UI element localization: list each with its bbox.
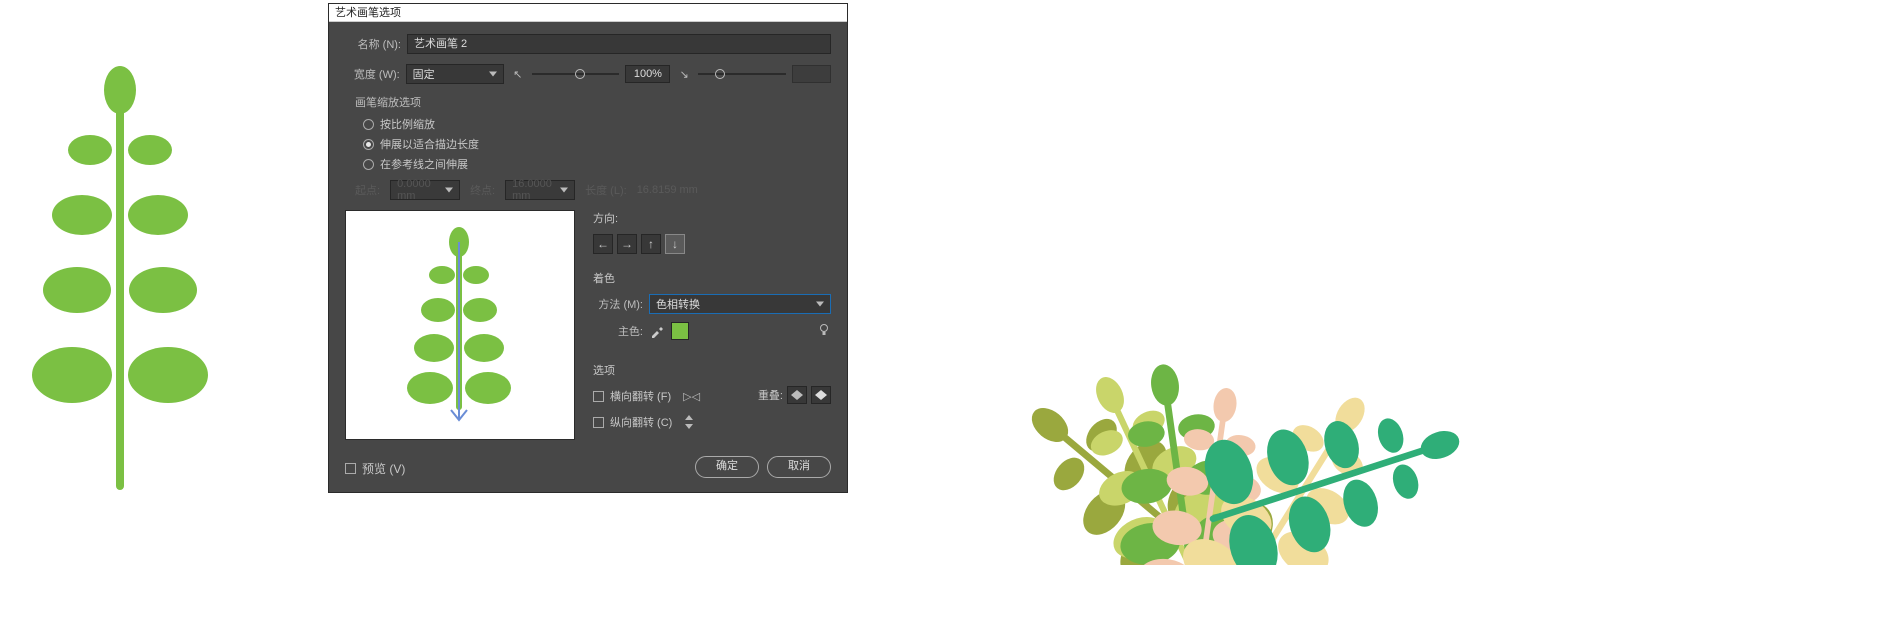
- preview-label: 预览 (V): [362, 460, 405, 477]
- width-label: 宽度 (W):: [345, 66, 400, 82]
- options-label: 选项: [593, 362, 831, 378]
- width-right-icon: ↘: [676, 66, 692, 82]
- tips-icon[interactable]: [817, 323, 831, 340]
- overlap-label: 重叠:: [758, 387, 783, 403]
- radio-proportional-label: 按比例缩放: [380, 116, 435, 132]
- dialog-title: 艺术画笔选项: [329, 4, 847, 22]
- radio-proportional[interactable]: 按比例缩放: [363, 116, 831, 132]
- end-label: 终点:: [470, 182, 495, 198]
- art-brush-options-dialog: 艺术画笔选项 名称 (N): 艺术画笔 2 宽度 (W): 固定 ↖ 100% …: [328, 3, 848, 493]
- brush-preview: [345, 210, 575, 440]
- scale-section-title: 画笔缩放选项: [355, 94, 831, 110]
- direction-left-button[interactable]: ←: [593, 234, 613, 254]
- cancel-button[interactable]: 取消: [767, 456, 831, 478]
- direction-right-button[interactable]: →: [617, 234, 637, 254]
- width-mode-select[interactable]: 固定: [406, 64, 504, 84]
- length-label: 长度 (L):: [585, 182, 627, 198]
- direction-buttons: ← → ↑ ↓: [593, 234, 831, 254]
- eyedropper-icon[interactable]: [649, 323, 665, 339]
- colorization-label: 着色: [593, 270, 831, 286]
- preview-checkbox[interactable]: 预览 (V): [345, 460, 405, 477]
- key-color-swatch[interactable]: [671, 322, 689, 340]
- overlap-yes-button[interactable]: [811, 386, 831, 404]
- flip-x-label: 横向翻转 (F): [610, 388, 671, 404]
- direction-down-button[interactable]: ↓: [665, 234, 685, 254]
- guides-params-disabled: 起点: 0.0000 mm 终点: 16.0000 mm 长度 (L): 16.…: [355, 180, 831, 200]
- width-value-2-disabled: [792, 65, 831, 83]
- ok-button[interactable]: 确定: [695, 456, 759, 478]
- length-value: 16.8159 mm: [637, 184, 698, 196]
- flip-y-icon: [684, 415, 694, 429]
- flip-x-checkbox[interactable]: 横向翻转 (F) ▷◁: [593, 388, 700, 404]
- method-label: 方法 (M):: [593, 296, 643, 312]
- end-value: 16.0000 mm: [505, 180, 575, 200]
- flip-y-label: 纵向翻转 (C): [610, 414, 672, 430]
- radio-stretch-label: 伸展以适合描边长度: [380, 136, 479, 152]
- method-select[interactable]: 色相转换: [649, 294, 831, 314]
- bouquet-illustration: [910, 45, 1590, 568]
- width-value-1[interactable]: 100%: [625, 65, 670, 83]
- key-color-label: 主色:: [593, 323, 643, 339]
- start-label: 起点:: [355, 182, 380, 198]
- radio-guides[interactable]: 在参考线之间伸展: [363, 156, 831, 172]
- width-slider-2[interactable]: [698, 64, 786, 84]
- flip-x-icon: ▷◁: [683, 390, 700, 403]
- direction-label: 方向:: [593, 210, 831, 226]
- radio-stretch[interactable]: 伸展以适合描边长度: [363, 136, 831, 152]
- width-slider-1[interactable]: [532, 64, 620, 84]
- width-left-icon: ↖: [510, 66, 526, 82]
- direction-up-button[interactable]: ↑: [641, 234, 661, 254]
- flip-y-checkbox[interactable]: 纵向翻转 (C): [593, 414, 831, 430]
- start-value: 0.0000 mm: [390, 180, 460, 200]
- name-label: 名称 (N):: [345, 36, 401, 52]
- name-field[interactable]: 艺术画笔 2: [407, 34, 831, 54]
- radio-guides-label: 在参考线之间伸展: [380, 156, 468, 172]
- scale-radio-group: 按比例缩放 伸展以适合描边长度 在参考线之间伸展: [363, 116, 831, 172]
- overlap-no-button[interactable]: [787, 386, 807, 404]
- plant-illustration-left: [30, 60, 210, 493]
